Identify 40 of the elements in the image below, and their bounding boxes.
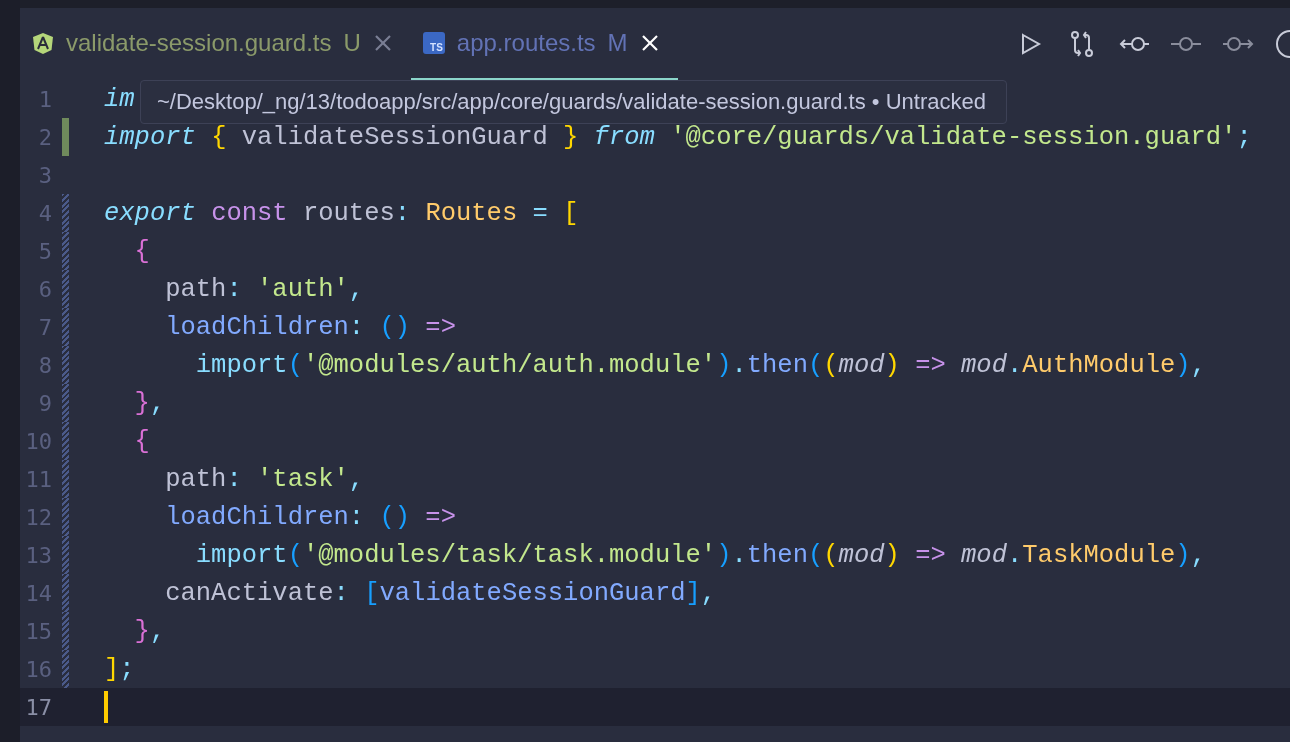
angular-icon xyxy=(32,32,54,54)
line-number: 17 xyxy=(24,694,52,720)
code-line: }, xyxy=(133,616,166,646)
line-number: 5 xyxy=(37,238,52,264)
code-line: import('@modules/task/task.module').then((mod) => mod.TaskModule), xyxy=(194,540,1206,570)
line-number: 13 xyxy=(24,542,52,568)
line-number: 2 xyxy=(37,124,52,150)
git-status-letter: M xyxy=(607,29,628,57)
path-tooltip: ~/Desktop/_ng/13/todoapp/src/app/core/guards/validate-session.guard.ts • Untracked xyxy=(140,80,1007,124)
editor-tab[interactable]: validate-session.guard.ts U xyxy=(20,8,411,80)
line-number: 10 xyxy=(24,428,52,454)
code-line: path: 'task', xyxy=(164,464,365,494)
code-line: ]; xyxy=(104,654,135,684)
line-number: 15 xyxy=(24,618,52,644)
code-line: im xyxy=(104,84,135,114)
code-line: path: 'auth', xyxy=(164,274,365,304)
text-cursor xyxy=(104,691,108,723)
code-line: loadChildren: () => xyxy=(164,502,456,532)
close-icon[interactable] xyxy=(639,33,660,53)
code-line: }, xyxy=(133,388,166,418)
code-line: import { validateSessionGuard } from '@core/guards/validate-session.guard'; xyxy=(104,122,1252,152)
code-line: import('@modules/auth/auth.module').then((mod) => mod.AuthModule), xyxy=(194,350,1206,380)
typescript-icon: TS xyxy=(422,32,445,54)
code-line: canActivate: [validateSessionGuard], xyxy=(164,578,717,608)
code-line: { xyxy=(133,236,150,266)
line-number: 4 xyxy=(37,200,52,226)
line-number: 11 xyxy=(24,466,52,492)
line-number: 14 xyxy=(24,580,52,606)
code-line: export const routes: Routes = [ xyxy=(104,198,579,228)
line-number: 12 xyxy=(24,504,52,530)
line-number: 9 xyxy=(37,390,52,416)
line-number: 1 xyxy=(37,86,52,112)
git-status-letter: U xyxy=(343,29,361,57)
line-number: 16 xyxy=(24,656,52,682)
line-number: 6 xyxy=(37,276,52,302)
line-number: 3 xyxy=(37,162,52,188)
line-number: 8 xyxy=(37,352,52,378)
code-line: { xyxy=(133,426,150,456)
code-line: loadChildren: () => xyxy=(164,312,456,342)
line-number: 7 xyxy=(37,314,52,340)
